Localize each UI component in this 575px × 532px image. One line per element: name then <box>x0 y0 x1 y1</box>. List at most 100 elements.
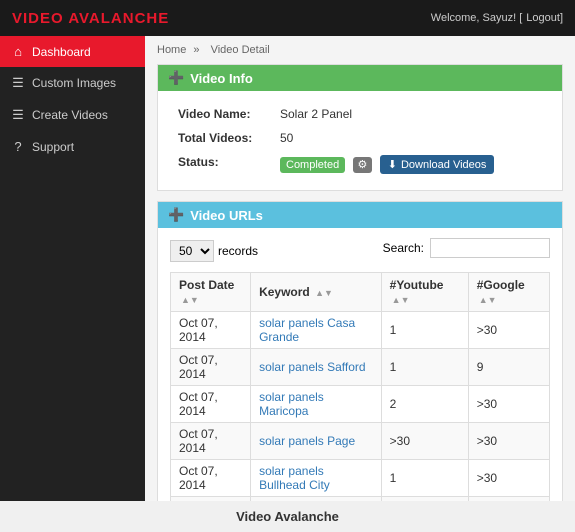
cell-google: 9 <box>468 349 549 386</box>
records-select[interactable]: 50 25 10 <box>170 240 214 262</box>
cell-youtube: 1 <box>381 460 468 497</box>
footer: Video Avalanche <box>0 501 575 532</box>
images-icon: ☰ <box>10 75 26 91</box>
video-urls-card: ➕ Video URLs 50 25 10 records Search: <box>157 201 563 501</box>
urls-table: Post Date ▲▼ Keyword ▲▼ #Youtube ▲▼ #Goo… <box>170 272 550 501</box>
table-row: Oct 07, 2014 solar panels Chino Valley 1… <box>171 497 550 502</box>
cell-date: Oct 07, 2014 <box>171 312 251 349</box>
cell-keyword[interactable]: solar panels Bullhead City <box>251 460 382 497</box>
sidebar: ⌂ Dashboard ☰ Custom Images ☰ Create Vid… <box>0 36 145 501</box>
info-value-name: Solar 2 Panel <box>274 103 548 125</box>
urls-title: Video URLs <box>190 208 263 223</box>
main-content: Home » Video Detail ➕ Video Info Video N… <box>145 36 575 501</box>
keyword-link[interactable]: solar panels Bullhead City <box>259 464 330 492</box>
logo-text: VIDEO <box>12 10 64 27</box>
table-body: Oct 07, 2014 solar panels Casa Grande 1 … <box>171 312 550 502</box>
cell-date: Oct 07, 2014 <box>171 423 251 460</box>
footer-label: Video Avalanche <box>236 509 339 524</box>
status-icon-btn[interactable]: ⚙ <box>353 157 373 173</box>
status-badge: Completed <box>280 157 345 173</box>
video-urls-header: ➕ Video URLs <box>158 202 562 228</box>
table-header-row: Post Date ▲▼ Keyword ▲▼ #Youtube ▲▼ #Goo… <box>171 273 550 312</box>
records-control: 50 25 10 records <box>170 240 258 262</box>
urls-icon: ➕ <box>168 207 184 223</box>
sidebar-item-label: Create Videos <box>32 108 108 122</box>
video-icon: ☰ <box>10 107 26 123</box>
video-urls-body: 50 25 10 records Search: Post Da <box>158 228 562 501</box>
cell-google: >30 <box>468 423 549 460</box>
info-value-total: 50 <box>274 127 548 149</box>
search-area: Search: <box>383 238 550 258</box>
layout: ⌂ Dashboard ☰ Custom Images ☰ Create Vid… <box>0 36 575 501</box>
video-info-card: ➕ Video Info Video Name: Solar 2 Panel T… <box>157 64 563 191</box>
cell-youtube: 1 <box>381 312 468 349</box>
sort-icon-keyword: ▲▼ <box>315 288 333 298</box>
info-label-name: Video Name: <box>172 103 272 125</box>
table-row: Oct 07, 2014 solar panels Safford 1 9 <box>171 349 550 386</box>
cell-date: Oct 07, 2014 <box>171 349 251 386</box>
video-info-table: Video Name: Solar 2 Panel Total Videos: … <box>170 101 550 180</box>
sidebar-item-custom-images[interactable]: ☰ Custom Images <box>0 67 145 99</box>
video-info-icon: ➕ <box>168 70 184 86</box>
breadcrumb-current: Video Detail <box>211 44 270 56</box>
info-label-total: Total Videos: <box>172 127 272 149</box>
table-row: Oct 07, 2014 solar panels Maricopa 2 >30 <box>171 386 550 423</box>
cell-keyword[interactable]: solar panels Casa Grande <box>251 312 382 349</box>
cell-google: 25 <box>468 497 549 502</box>
cell-youtube: 1 <box>381 497 468 502</box>
cell-youtube: >30 <box>381 423 468 460</box>
sort-icon-date: ▲▼ <box>181 295 199 305</box>
info-label-status: Status: <box>172 151 272 178</box>
sort-icon-google: ▲▼ <box>479 295 497 305</box>
cell-keyword[interactable]: solar panels Chino Valley <box>251 497 382 502</box>
col-youtube[interactable]: #Youtube ▲▼ <box>381 273 468 312</box>
col-google[interactable]: #Google ▲▼ <box>468 273 549 312</box>
breadcrumb: Home » Video Detail <box>157 44 563 56</box>
sidebar-item-label: Support <box>32 140 74 154</box>
sidebar-item-label: Dashboard <box>32 45 91 59</box>
logo-accent: AVALANCHE <box>68 10 169 27</box>
search-input[interactable] <box>430 238 550 258</box>
keyword-link[interactable]: solar panels Page <box>259 434 355 448</box>
video-info-body: Video Name: Solar 2 Panel Total Videos: … <box>158 91 562 190</box>
cell-date: Oct 07, 2014 <box>171 386 251 423</box>
welcome-text: Welcome, Sayuz! [Logout] <box>431 12 563 24</box>
sidebar-item-label: Custom Images <box>32 76 116 90</box>
table-row: Oct 07, 2014 solar panels Bullhead City … <box>171 460 550 497</box>
sort-icon-youtube: ▲▼ <box>392 295 410 305</box>
logout-link[interactable]: Logout <box>526 12 560 24</box>
sidebar-item-support[interactable]: ? Support <box>0 131 145 162</box>
sidebar-item-dashboard[interactable]: ⌂ Dashboard <box>0 36 145 67</box>
cell-keyword[interactable]: solar panels Safford <box>251 349 382 386</box>
cell-youtube: 2 <box>381 386 468 423</box>
col-keyword[interactable]: Keyword ▲▼ <box>251 273 382 312</box>
col-post-date[interactable]: Post Date ▲▼ <box>171 273 251 312</box>
download-button[interactable]: ⬇ Download Videos <box>380 155 495 174</box>
cell-google: >30 <box>468 386 549 423</box>
cell-keyword[interactable]: solar panels Page <box>251 423 382 460</box>
keyword-link[interactable]: solar panels Casa Grande <box>259 316 355 344</box>
search-label: Search: <box>383 241 424 255</box>
cell-keyword[interactable]: solar panels Maricopa <box>251 386 382 423</box>
info-value-status: Completed ⚙ ⬇ Download Videos <box>274 151 548 178</box>
header: VIDEO AVALANCHE Welcome, Sayuz! [Logout] <box>0 0 575 36</box>
info-row-name: Video Name: Solar 2 Panel <box>172 103 548 125</box>
records-label: records <box>218 244 258 258</box>
cell-date: Oct 07, 2014 <box>171 497 251 502</box>
urls-controls: 50 25 10 records Search: <box>170 238 550 264</box>
info-row-total: Total Videos: 50 <box>172 127 548 149</box>
info-row-status: Status: Completed ⚙ ⬇ Download Videos <box>172 151 548 178</box>
home-icon: ⌂ <box>10 44 26 59</box>
cell-date: Oct 07, 2014 <box>171 460 251 497</box>
cell-google: >30 <box>468 312 549 349</box>
video-info-header: ➕ Video Info <box>158 65 562 91</box>
table-row: Oct 07, 2014 solar panels Casa Grande 1 … <box>171 312 550 349</box>
keyword-link[interactable]: solar panels Maricopa <box>259 390 324 418</box>
breadcrumb-home[interactable]: Home <box>157 44 186 56</box>
video-info-title: Video Info <box>190 71 253 86</box>
download-icon: ⬇ <box>388 158 397 171</box>
table-row: Oct 07, 2014 solar panels Page >30 >30 <box>171 423 550 460</box>
keyword-link[interactable]: solar panels Safford <box>259 360 366 374</box>
sidebar-item-create-videos[interactable]: ☰ Create Videos <box>0 99 145 131</box>
logo: VIDEO AVALANCHE <box>12 10 169 27</box>
